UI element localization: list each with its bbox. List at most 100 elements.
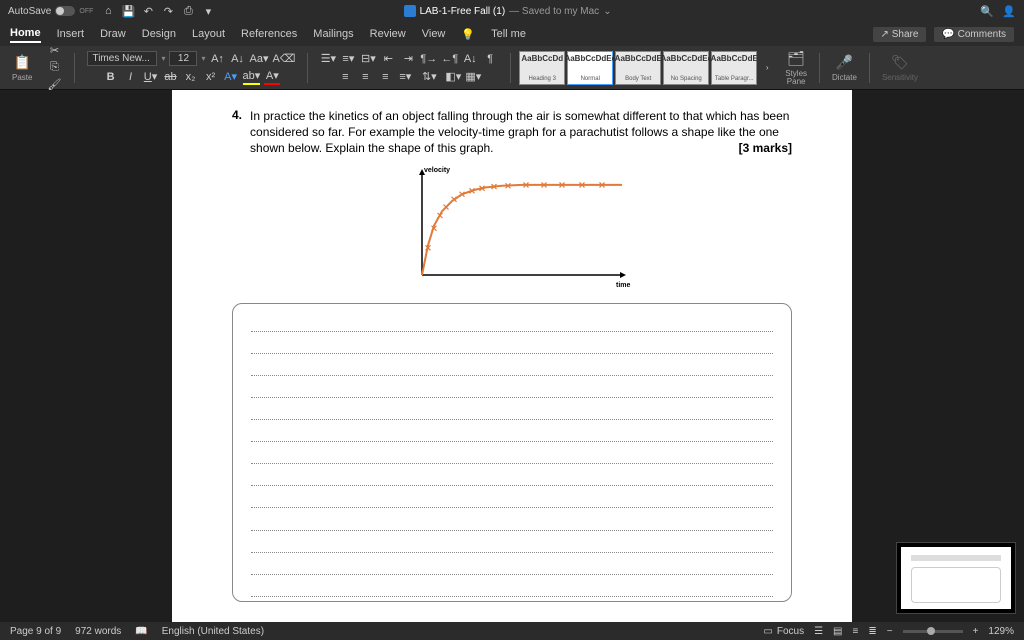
- align-left-icon[interactable]: ≡: [337, 69, 353, 85]
- print-layout-icon[interactable]: ▤: [833, 626, 842, 637]
- change-case-icon[interactable]: Aa▾: [250, 51, 269, 67]
- increase-font-icon[interactable]: A↑: [210, 51, 226, 67]
- align-center-icon[interactable]: ≡: [357, 69, 373, 85]
- cut-icon[interactable]: ✂: [46, 43, 62, 59]
- answer-line[interactable]: [251, 358, 773, 376]
- status-bar: Page 9 of 9 972 words 📖 English (United …: [0, 622, 1024, 640]
- undo-icon[interactable]: ↶: [141, 4, 155, 18]
- style-body-text[interactable]: AaBbCcDdEBody Text: [615, 51, 661, 85]
- strikethrough-button[interactable]: ab: [163, 69, 179, 85]
- bold-button[interactable]: B: [103, 69, 119, 85]
- increase-indent-icon[interactable]: ⇥: [400, 51, 416, 67]
- numbering-icon[interactable]: ≡▾: [340, 51, 356, 67]
- document-page[interactable]: 4. In practice the kinetics of an object…: [172, 90, 852, 622]
- zoom-level[interactable]: 129%: [988, 626, 1014, 637]
- document-title[interactable]: LAB-1-Free Fall (1) — Saved to my Mac ⌄: [404, 5, 612, 17]
- language-indicator[interactable]: English (United States): [162, 626, 264, 637]
- tellme-input[interactable]: Tell me: [491, 26, 526, 42]
- tab-mailings[interactable]: Mailings: [313, 26, 353, 42]
- redo-icon[interactable]: ↷: [161, 4, 175, 18]
- align-right-icon[interactable]: ≡: [377, 69, 393, 85]
- multilevel-list-icon[interactable]: ⊟▾: [360, 51, 376, 67]
- font-name-select[interactable]: Times New...: [87, 51, 157, 66]
- answer-box[interactable]: [232, 303, 792, 602]
- highlight-icon[interactable]: ab▾: [243, 69, 261, 85]
- read-mode-icon[interactable]: ☰: [814, 626, 823, 637]
- answer-line[interactable]: [251, 557, 773, 575]
- answer-line[interactable]: [251, 535, 773, 553]
- tab-draw[interactable]: Draw: [100, 26, 126, 42]
- tab-review[interactable]: Review: [370, 26, 406, 42]
- answer-line[interactable]: [251, 513, 773, 531]
- ltr-icon[interactable]: ¶→: [420, 51, 437, 67]
- answer-line[interactable]: [251, 380, 773, 398]
- subscript-button[interactable]: x₂: [183, 69, 199, 85]
- tab-view[interactable]: View: [422, 26, 446, 42]
- style-heading3[interactable]: AaBbCcDdHeading 3: [519, 51, 565, 85]
- outline-icon[interactable]: ≣: [868, 626, 876, 637]
- answer-line[interactable]: [251, 468, 773, 486]
- page-thumbnail-preview[interactable]: [896, 542, 1016, 614]
- page-indicator[interactable]: Page 9 of 9: [10, 626, 61, 637]
- sensitivity-icon: 🏷: [891, 53, 909, 71]
- shading-icon[interactable]: ◧▾: [445, 69, 461, 85]
- style-table-paragraph[interactable]: AaBbCcDdETable Paragr...: [711, 51, 757, 85]
- italic-button[interactable]: I: [123, 69, 139, 85]
- sort-icon[interactable]: A↓: [462, 51, 478, 67]
- style-normal[interactable]: AaBbCcDdEeNormal: [567, 51, 613, 85]
- tab-home[interactable]: Home: [10, 25, 41, 43]
- dictate-button[interactable]: 🎤 Dictate: [828, 53, 861, 82]
- decrease-indent-icon[interactable]: ⇤: [380, 51, 396, 67]
- show-marks-icon[interactable]: ¶: [482, 51, 498, 67]
- answer-line[interactable]: [251, 446, 773, 464]
- zoom-slider[interactable]: [903, 630, 963, 633]
- web-layout-icon[interactable]: ≡: [853, 626, 859, 637]
- spellcheck-icon[interactable]: 📖: [135, 626, 147, 637]
- answer-line[interactable]: [251, 579, 773, 597]
- styles-more-icon[interactable]: ›: [759, 60, 775, 76]
- share-button[interactable]: ↗ Share: [873, 27, 927, 42]
- word-count[interactable]: 972 words: [75, 626, 121, 637]
- underline-button[interactable]: U▾: [143, 69, 159, 85]
- save-icon[interactable]: 💾: [121, 4, 135, 18]
- tab-design[interactable]: Design: [142, 26, 176, 42]
- print-icon[interactable]: ⎙: [181, 4, 195, 18]
- question-block: 4. In practice the kinetics of an object…: [232, 108, 792, 157]
- answer-line[interactable]: [251, 424, 773, 442]
- superscript-button[interactable]: x²: [203, 69, 219, 85]
- copy-icon[interactable]: ⎘: [46, 60, 62, 76]
- styles-pane-button[interactable]: 🗂 Styles Pane: [781, 50, 811, 86]
- autosave-switch-off[interactable]: [55, 6, 75, 16]
- zoom-out-button[interactable]: −: [887, 626, 893, 637]
- autosave-toggle[interactable]: AutoSave OFF: [8, 6, 93, 17]
- focus-mode-button[interactable]: ▭ Focus: [763, 626, 804, 637]
- tab-references[interactable]: References: [241, 26, 297, 42]
- answer-line[interactable]: [251, 490, 773, 508]
- font-color-icon[interactable]: A▾: [264, 69, 280, 85]
- line-spacing-icon[interactable]: ⇅▾: [417, 69, 441, 85]
- clear-format-icon[interactable]: A⌫: [272, 51, 295, 67]
- decrease-font-icon[interactable]: A↓: [230, 51, 246, 67]
- style-no-spacing[interactable]: AaBbCcDdEeNo Spacing: [663, 51, 709, 85]
- justify-icon[interactable]: ≡▾: [397, 69, 413, 85]
- customize-dropdown-icon[interactable]: ▾: [201, 4, 215, 18]
- tab-insert[interactable]: Insert: [57, 26, 85, 42]
- answer-line[interactable]: [251, 336, 773, 354]
- text-effects-icon[interactable]: A▾: [223, 69, 239, 85]
- answer-line[interactable]: [251, 314, 773, 332]
- answer-line[interactable]: [251, 402, 773, 420]
- sensitivity-button[interactable]: 🏷 Sensitivity: [878, 53, 922, 82]
- tab-layout[interactable]: Layout: [192, 26, 225, 42]
- comments-button[interactable]: 💬 Comments: [934, 27, 1014, 42]
- zoom-in-button[interactable]: +: [973, 626, 979, 637]
- title-dropdown-icon[interactable]: ⌄: [603, 6, 611, 17]
- borders-icon[interactable]: ▦▾: [465, 69, 481, 85]
- font-size-select[interactable]: 12: [169, 51, 197, 66]
- home-icon[interactable]: ⌂: [101, 4, 115, 18]
- rtl-icon[interactable]: ←¶: [441, 51, 458, 67]
- bullets-icon[interactable]: ☰▾: [320, 51, 336, 67]
- styles-gallery[interactable]: AaBbCcDdHeading 3 AaBbCcDdEeNormal AaBbC…: [519, 51, 775, 85]
- user-icon[interactable]: 👤: [1002, 4, 1016, 18]
- search-icon[interactable]: 🔍: [980, 4, 994, 18]
- paste-button[interactable]: 📋 Paste: [8, 53, 36, 82]
